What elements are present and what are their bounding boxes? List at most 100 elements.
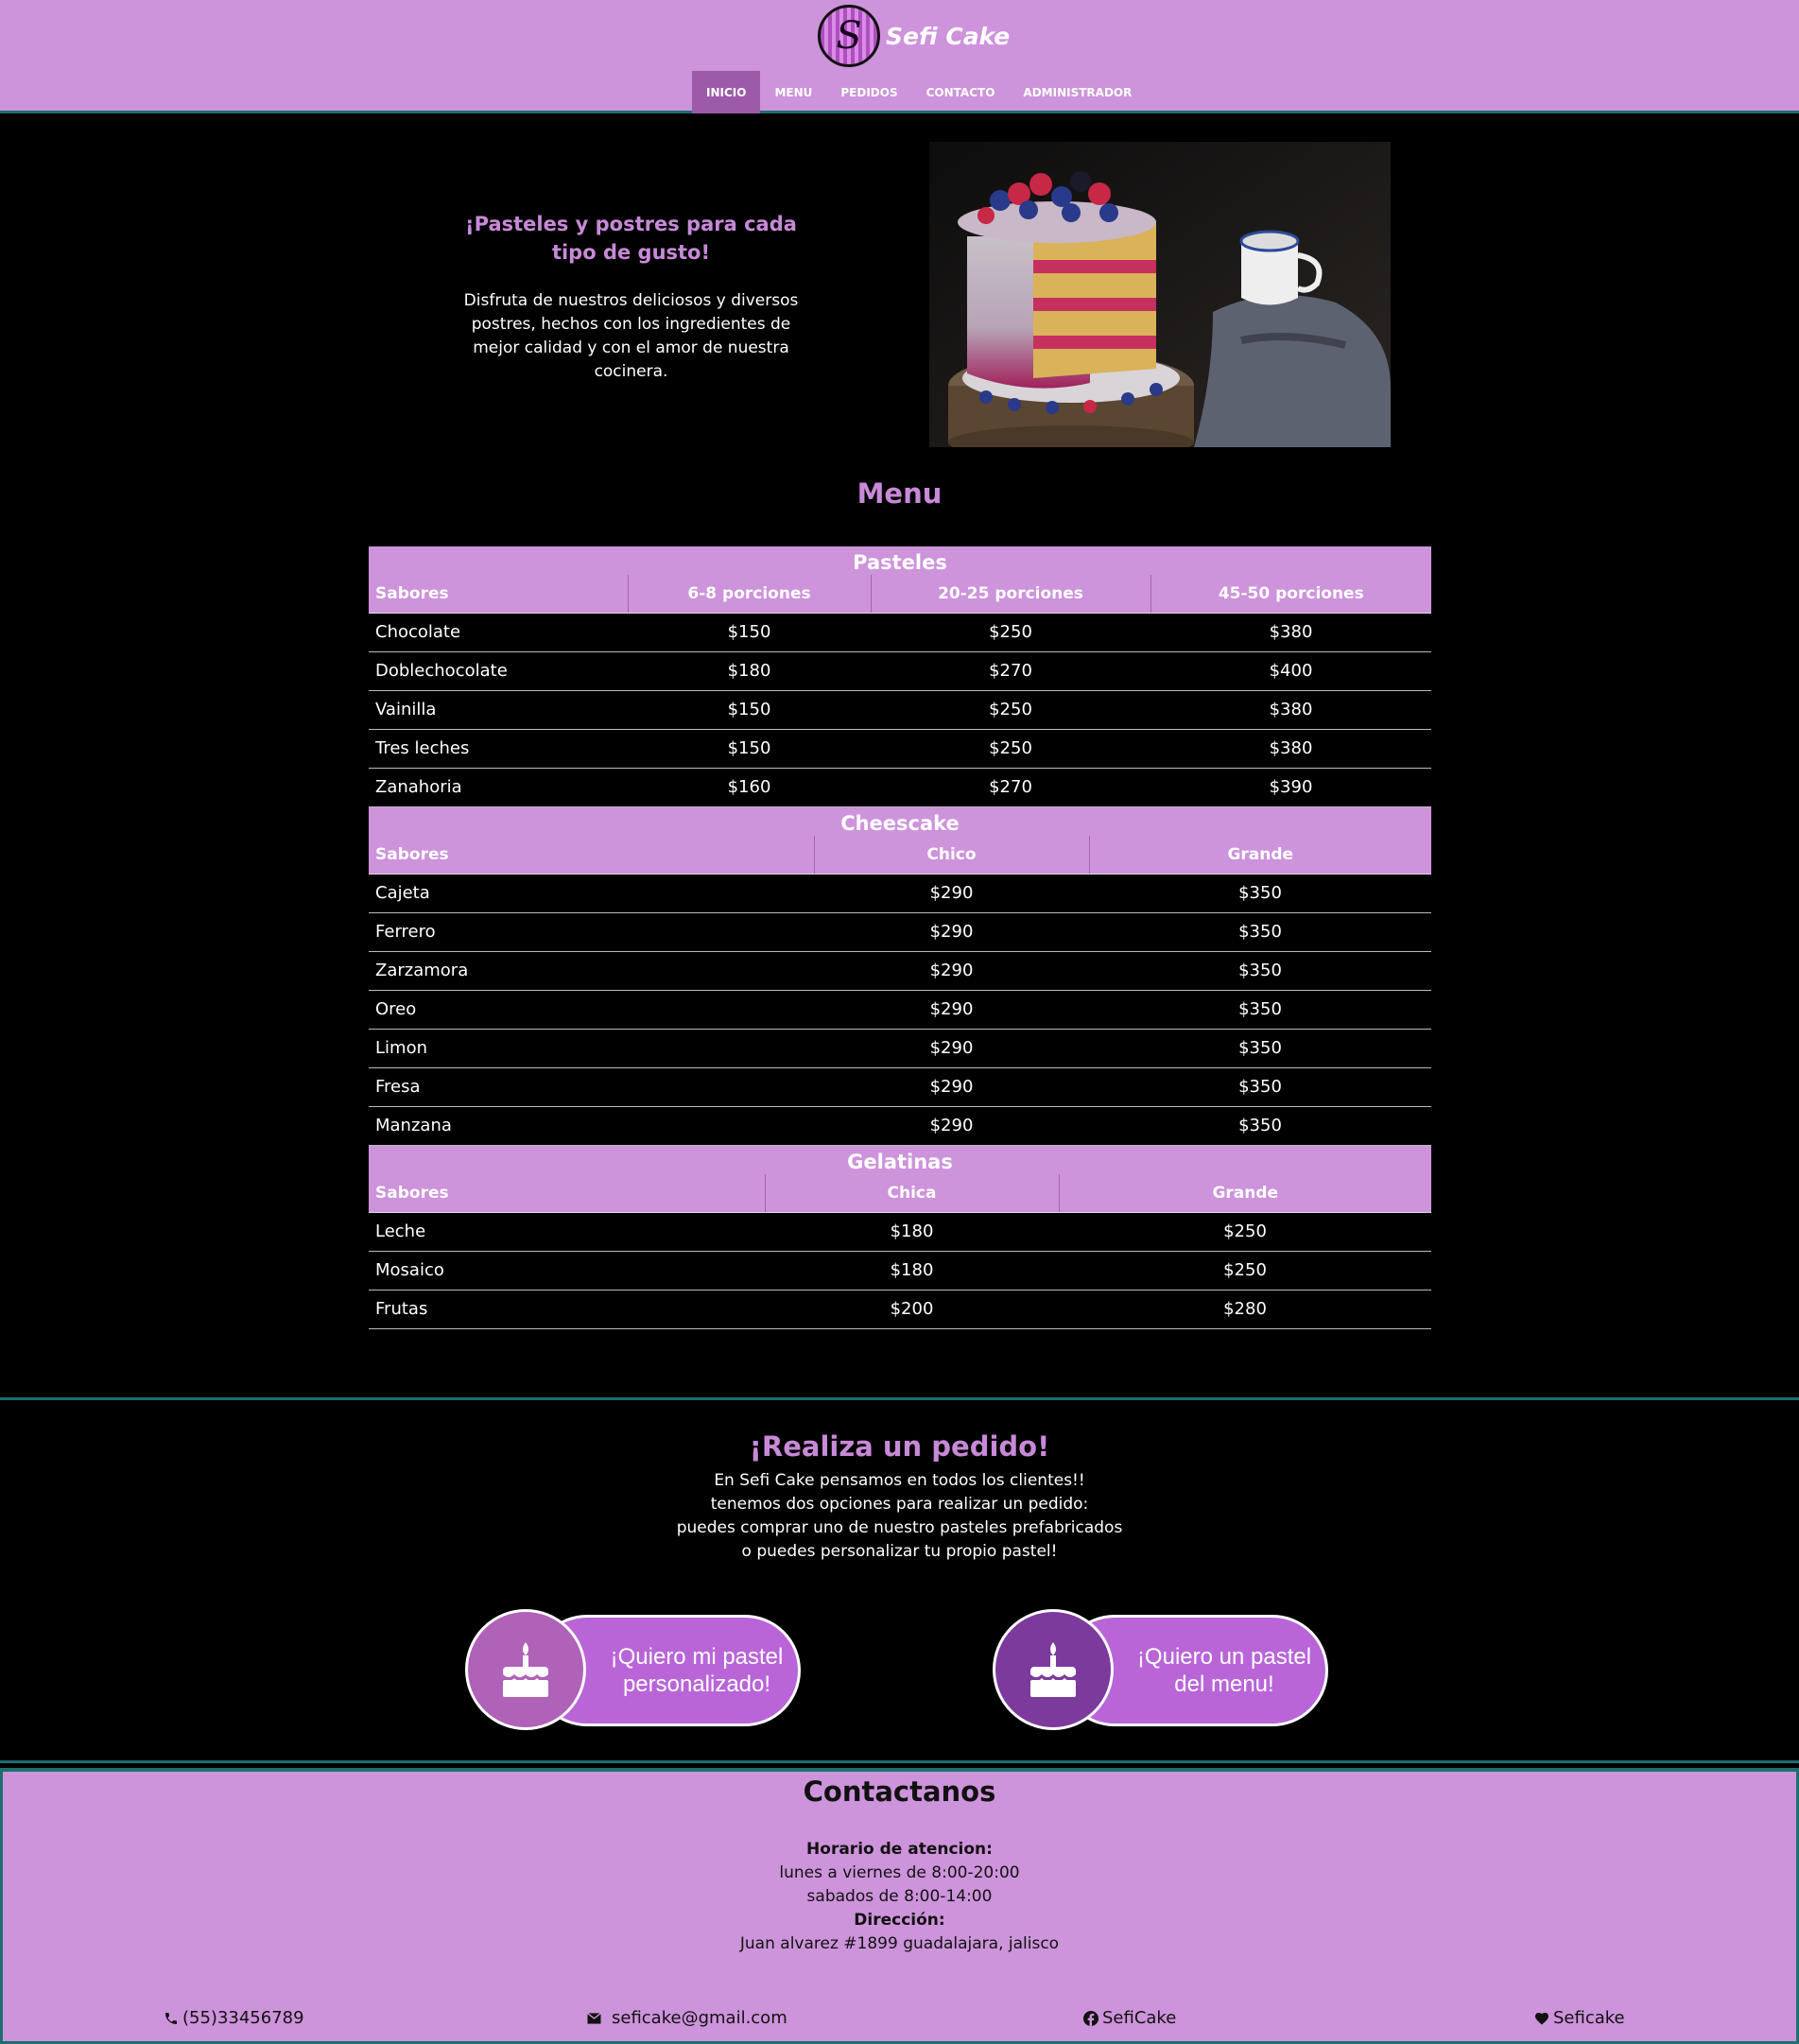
custom-cake-button[interactable]: ¡Quiero mi pastel personalizado!	[465, 1607, 805, 1732]
address: Juan alvarez #1899 guadalajara, jalisco	[739, 1934, 1060, 1953]
site-header: S Sefi Cake INICIO MENU PEDIDOS CONTACTO…	[0, 0, 1799, 113]
price-cell: $350	[1089, 1106, 1431, 1146]
brand-name: Sefi Cake	[886, 22, 1011, 50]
price-cell: $150	[628, 613, 871, 652]
price-cell: $150	[628, 729, 871, 769]
price-cell: $290	[814, 1067, 1089, 1107]
price-cell: $350	[1089, 951, 1431, 991]
price-cell: $350	[1089, 1067, 1431, 1107]
instagram-handle: Seficake	[1553, 2008, 1625, 2028]
price-cell: $350	[1089, 912, 1431, 952]
price-cell: $280	[1059, 1290, 1432, 1329]
column-header: Sabores	[369, 575, 628, 614]
column-header: Grande	[1088, 836, 1431, 875]
table-row: Manzana $290 $350	[369, 1106, 1431, 1146]
email-icon	[587, 2012, 601, 2024]
nav-administrador[interactable]: ADMINISTRADOR	[1009, 71, 1146, 113]
nav-contacto[interactable]: CONTACTO	[912, 71, 1010, 113]
menu-cake-button[interactable]: ¡Quiero un pastel del menu!	[993, 1607, 1333, 1732]
table-row: Oreo $290 $350	[369, 990, 1431, 1030]
price-cell: $290	[814, 990, 1089, 1030]
phone-number: (55)33456789	[182, 2008, 304, 2028]
column-header: 45-50 porciones	[1150, 575, 1432, 614]
order-line: o puedes personalizar tu propio pastel!	[741, 1542, 1058, 1561]
flavor-cell: Tres leches	[369, 729, 628, 769]
hours-weekday: lunes a viernes de 8:00-20:00	[779, 1863, 1020, 1882]
price-cell: $180	[628, 651, 871, 691]
table-caption: Pasteles	[369, 546, 1432, 575]
order-line: tenemos dos opciones para realizar un pe…	[710, 1495, 1089, 1514]
column-header: Chica	[764, 1174, 1059, 1213]
table-row: Zanahoria $160 $270 $390	[369, 768, 1432, 807]
footer-title: Contactanos	[803, 1776, 996, 1808]
flavor-cell: Frutas	[369, 1290, 765, 1329]
table-row: Doblechocolate $180 $270 $400	[369, 651, 1432, 691]
price-cell: $290	[814, 874, 1089, 913]
cake-photo	[929, 142, 1391, 447]
price-cell: $250	[1059, 1212, 1432, 1252]
footer-info: Horario de atencion: lunes a viernes de …	[3, 1838, 1796, 1956]
price-cell: $250	[871, 690, 1150, 730]
email-address: seficake@gmail.com	[612, 2008, 787, 2028]
flavor-cell: Oreo	[369, 990, 814, 1030]
cake-icon	[993, 1609, 1114, 1730]
price-cell: $380	[1150, 729, 1432, 769]
nav-inicio[interactable]: INICIO	[692, 71, 761, 113]
hours-label: Horario de atencion:	[806, 1840, 993, 1859]
price-cell: $380	[1150, 690, 1432, 730]
facebook-handle: SefiCake	[1102, 2008, 1177, 2028]
flavor-cell: Mosaico	[369, 1251, 765, 1290]
column-header: 6-8 porciones	[627, 575, 871, 614]
facebook-contact[interactable]: SefiCake	[1083, 2008, 1176, 2028]
price-cell: $180	[765, 1251, 1059, 1290]
price-cell: $290	[814, 912, 1089, 952]
table-row: Vainilla $150 $250 $380	[369, 690, 1432, 730]
nav-menu[interactable]: MENU	[760, 71, 826, 113]
column-header: Grande	[1058, 1174, 1432, 1213]
price-cell: $350	[1089, 874, 1431, 913]
logo-letter: S	[836, 14, 862, 58]
phone-contact[interactable]: (55)33456789	[164, 2008, 304, 2028]
order-description: En Sefi Cake pensamos en todos los clien…	[0, 1469, 1799, 1564]
column-header: Chico	[813, 836, 1089, 875]
table-row: Frutas $200 $280	[369, 1290, 1432, 1329]
order-line: puedes comprar uno de nuestro pasteles p…	[676, 1518, 1123, 1537]
heart-icon	[1535, 2012, 1548, 2025]
price-cell: $250	[871, 729, 1150, 769]
cake-icon	[465, 1609, 586, 1730]
nav-pedidos[interactable]: PEDIDOS	[826, 71, 911, 113]
hero-title: ¡Pasteles y postres para cada tipo de gu…	[465, 213, 797, 264]
pasteles-table: Pasteles Sabores 6-8 porciones 20-25 por…	[369, 546, 1432, 807]
price-cell: $150	[628, 690, 871, 730]
order-line: En Sefi Cake pensamos en todos los clien…	[714, 1471, 1085, 1490]
price-cell: $290	[814, 951, 1089, 991]
flavor-cell: Fresa	[369, 1067, 814, 1107]
table-row: Mosaico $180 $250	[369, 1251, 1432, 1290]
hours-saturday: sabados de 8:00-14:00	[806, 1887, 993, 1906]
email-contact[interactable]: seficake@gmail.com	[586, 2008, 787, 2028]
logo[interactable]: S Sefi Cake	[818, 5, 1010, 67]
price-cell: $380	[1150, 613, 1432, 652]
price-cell: $250	[871, 613, 1150, 652]
hero-text: Disfruta de nuestros deliciosos y divers…	[463, 291, 799, 381]
address-label: Dirección:	[854, 1911, 945, 1930]
price-cell: $390	[1150, 768, 1432, 807]
table-row: Leche $180 $250	[369, 1212, 1432, 1252]
price-cell: $160	[628, 768, 871, 807]
price-cell: $180	[765, 1212, 1059, 1252]
price-cell: $350	[1089, 990, 1431, 1030]
flavor-cell: Ferrero	[369, 912, 814, 952]
table-row: Limon $290 $350	[369, 1029, 1431, 1068]
table-row: Zarzamora $290 $350	[369, 951, 1431, 991]
section-divider	[0, 1397, 1799, 1400]
contact-footer: Contactanos Horario de atencion: lunes a…	[0, 1768, 1799, 2044]
section-divider	[0, 1760, 1799, 1763]
button-label: ¡Quiero mi pastel personalizado!	[610, 1644, 784, 1697]
table-row: Fresa $290 $350	[369, 1067, 1431, 1107]
flavor-cell: Manzana	[369, 1106, 814, 1146]
column-header: Sabores	[369, 1174, 765, 1213]
instagram-contact[interactable]: Seficake	[1534, 2008, 1625, 2028]
menu-title: Menu	[856, 477, 943, 510]
price-cell: $350	[1089, 1029, 1431, 1068]
flavor-cell: Zarzamora	[369, 951, 814, 991]
